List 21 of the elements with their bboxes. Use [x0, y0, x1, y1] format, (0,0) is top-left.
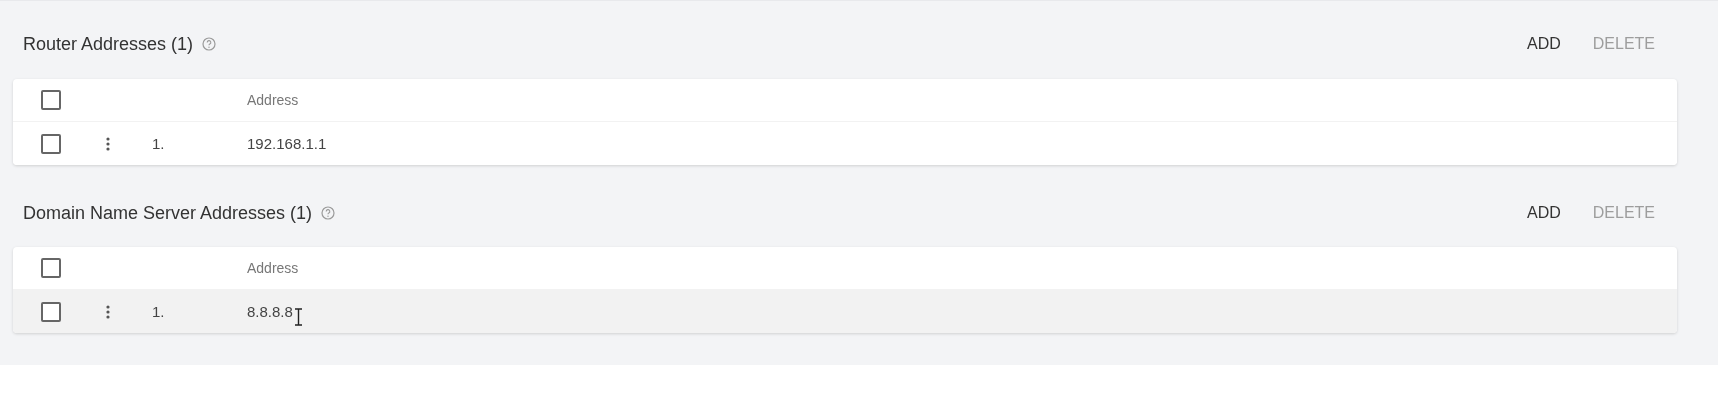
table-row[interactable]: 1. 192.168.1.1: [13, 122, 1677, 165]
checkbox[interactable]: [41, 133, 61, 154]
action-button[interactable]: ADD: [1526, 204, 1561, 222]
address-value: 192.168.1.1: [247, 135, 327, 152]
drag-handle-icon: [106, 304, 110, 319]
row-number: 1.: [152, 134, 165, 152]
column-header: Address: [247, 92, 299, 108]
help-icon: [321, 206, 336, 220]
checkbox[interactable]: [41, 90, 61, 110]
text-cursor-icon: [293, 307, 303, 326]
table-row[interactable]: 1. 8.8.8.8: [13, 290, 1677, 333]
action-button[interactable]: ADD: [1526, 35, 1561, 53]
column-header: Address: [247, 260, 299, 276]
section-title: Router Addresses (1): [23, 33, 194, 55]
checkbox[interactable]: [41, 258, 61, 278]
address-value: 8.8.8.8: [247, 303, 293, 320]
help-icon: [202, 37, 217, 51]
row-number: 1.: [152, 302, 165, 320]
checkbox[interactable]: [41, 301, 61, 322]
drag-handle-icon: [106, 136, 110, 151]
section-title: Domain Name Server Addresses (1): [23, 202, 313, 224]
